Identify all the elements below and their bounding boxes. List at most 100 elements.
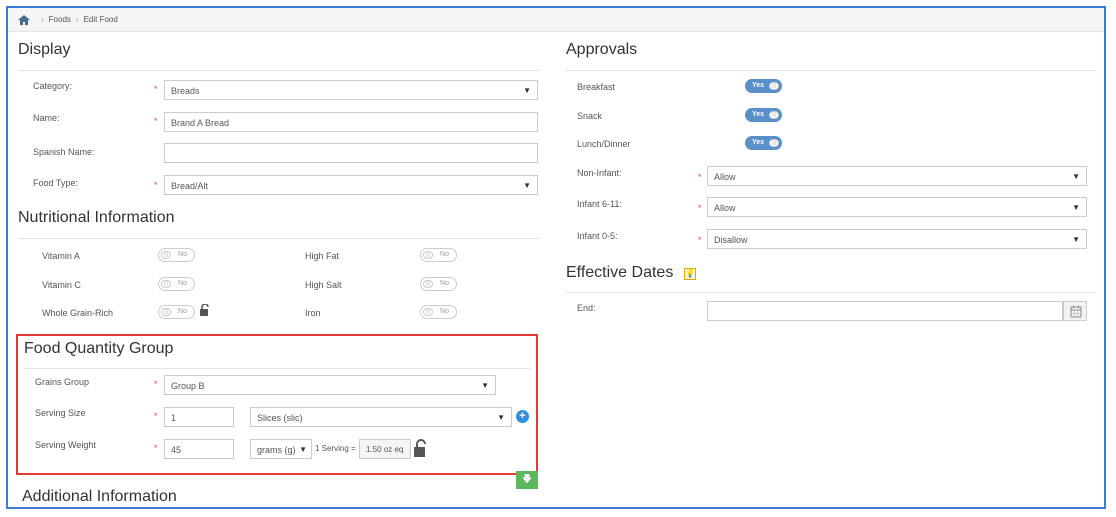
serving-size-unit-value: Slices (slic)	[257, 413, 303, 423]
toggle-text: Yes	[752, 139, 765, 146]
vitamin-a-label: Vitamin A	[42, 251, 80, 261]
serving-size-input[interactable]: 1	[164, 407, 234, 427]
toggle-knob: |||	[161, 280, 171, 288]
calendar-icon	[1070, 305, 1082, 318]
display-title: Display	[18, 41, 71, 58]
iron-toggle[interactable]: ||| No	[420, 305, 457, 319]
food-type-label: Food Type:	[33, 178, 78, 188]
oz-equivalent-field: 1.50 oz eq	[359, 439, 411, 459]
divider	[24, 368, 530, 369]
snack-toggle[interactable]: Yes |||	[745, 108, 782, 122]
name-label: Name:	[33, 113, 60, 123]
food-type-value: Bread/Alt	[171, 181, 209, 191]
toggle-text: No	[440, 308, 449, 315]
breakfast-toggle[interactable]: Yes |||	[745, 79, 782, 93]
whole-grain-label: Whole Grain-Rich	[42, 308, 114, 318]
toggle-knob: |||	[769, 82, 779, 90]
toggle-text: No	[178, 251, 187, 258]
quantity-title: Food Quantity Group	[24, 340, 174, 357]
high-fat-toggle[interactable]: ||| No	[420, 248, 457, 262]
serving-weight-input[interactable]: 45	[164, 439, 234, 459]
required-mark: *	[154, 84, 158, 94]
infant-6-11-label: Infant 6-11:	[577, 199, 622, 209]
toggle-knob: |||	[161, 251, 171, 259]
approvals-title: Approvals	[566, 41, 638, 58]
toggle-knob: |||	[769, 139, 779, 147]
lunch-dinner-label: Lunch/Dinner	[577, 139, 631, 149]
required-mark: *	[154, 116, 158, 126]
non-infant-value: Allow	[714, 172, 736, 182]
chevron-down-icon: ▼	[1072, 235, 1080, 244]
spanish-name-label: Spanish Name:	[33, 147, 95, 157]
calendar-button[interactable]	[1063, 301, 1087, 321]
divider	[18, 238, 540, 239]
unlock-icon[interactable]	[414, 439, 428, 457]
serving-weight-label: Serving Weight	[35, 440, 96, 450]
non-infant-select[interactable]: Allow ▼	[707, 166, 1087, 186]
serving-weight-unit-select[interactable]: grams (g) ▼	[250, 439, 312, 459]
name-input[interactable]: Brand A Bread	[164, 112, 538, 132]
high-salt-label: High Salt	[305, 280, 342, 290]
breadcrumb-edit-food: Edit Food	[83, 15, 118, 24]
breadcrumb-foods[interactable]: Foods	[49, 15, 71, 24]
breakfast-label: Breakfast	[577, 82, 616, 92]
snack-label: Snack	[577, 111, 603, 121]
required-mark: *	[154, 379, 158, 389]
non-infant-label: Non-Infant:	[577, 168, 622, 178]
infant-0-5-select[interactable]: Disallow ▼	[707, 229, 1087, 249]
grains-group-select[interactable]: Group B ▼	[164, 375, 496, 395]
chevron-down-icon: ▼	[299, 445, 307, 454]
infant-6-11-select[interactable]: Allow ▼	[707, 197, 1087, 217]
serving-equals-label: 1 Serving =	[315, 444, 356, 453]
required-mark: *	[698, 172, 702, 182]
additional-title: Additional Information	[22, 488, 177, 505]
toggle-knob: |||	[423, 280, 433, 288]
chevron-down-icon: ▼	[1072, 203, 1080, 212]
toggle-knob: |||	[769, 111, 779, 119]
vitamin-a-toggle[interactable]: ||| No	[158, 248, 195, 262]
food-type-select[interactable]: Bread/Alt ▼	[164, 175, 538, 195]
home-icon[interactable]	[18, 14, 30, 25]
grains-group-value: Group B	[171, 381, 205, 391]
serving-weight-unit-value: grams (g)	[257, 445, 296, 455]
toggle-text: Yes	[752, 82, 765, 89]
infant-6-11-value: Allow	[714, 203, 736, 213]
breadcrumb-separator: ›	[41, 15, 44, 24]
toggle-text: No	[178, 308, 187, 315]
divider	[566, 292, 1096, 293]
category-value: Breads	[171, 86, 200, 96]
category-label: Category:	[33, 81, 73, 91]
unlock-icon[interactable]	[200, 304, 210, 316]
chevron-down-icon: ▼	[523, 181, 531, 190]
iron-label: Iron	[305, 308, 321, 318]
category-select[interactable]: Breads ▼	[164, 80, 538, 100]
high-salt-toggle[interactable]: ||| No	[420, 277, 457, 291]
whole-grain-toggle[interactable]: ||| No	[158, 305, 195, 319]
serving-size-label: Serving Size	[35, 408, 86, 418]
lightbulb-icon[interactable]: 💡	[684, 268, 696, 280]
scroll-down-button[interactable]: 🡇	[516, 471, 538, 489]
add-unit-button[interactable]: +	[516, 410, 529, 423]
required-mark: *	[698, 235, 702, 245]
chevron-down-icon: ▼	[1072, 172, 1080, 181]
chevron-down-icon: ▼	[523, 86, 531, 95]
spanish-name-input[interactable]	[164, 143, 538, 163]
vitamin-c-label: Vitamin C	[42, 280, 81, 290]
app-frame: › Foods › Edit Food Display Category: * …	[6, 6, 1106, 509]
nutrition-title: Nutritional Information	[18, 209, 175, 226]
vitamin-c-toggle[interactable]: ||| No	[158, 277, 195, 291]
lunch-dinner-toggle[interactable]: Yes |||	[745, 136, 782, 150]
end-date-label: End:	[577, 303, 596, 313]
infant-0-5-label: Infant 0-5:	[577, 231, 618, 241]
divider	[18, 70, 540, 71]
end-date-input[interactable]	[707, 301, 1063, 321]
grains-group-label: Grains Group	[35, 377, 90, 387]
required-mark: *	[154, 443, 158, 453]
serving-size-unit-select[interactable]: Slices (slic) ▼	[250, 407, 512, 427]
toggle-text: No	[440, 280, 449, 287]
breadcrumb: › Foods › Edit Food	[8, 8, 1104, 32]
toggle-knob: |||	[161, 308, 171, 316]
toggle-knob: |||	[423, 251, 433, 259]
oz-unit: oz eq	[383, 445, 404, 454]
toggle-text: No	[178, 280, 187, 287]
